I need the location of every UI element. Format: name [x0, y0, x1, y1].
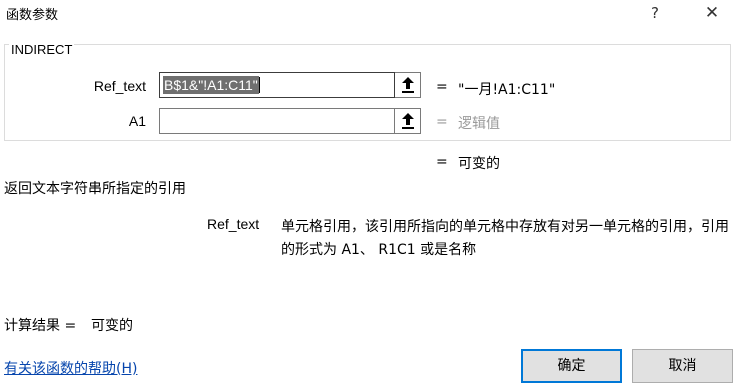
ref-text-equals: =	[436, 79, 448, 95]
arg-description-name: Ref_text	[207, 216, 260, 232]
ref-text-input[interactable]: B$1&"!A1:C11"	[159, 72, 395, 98]
ok-button[interactable]: 确定	[521, 349, 622, 383]
arg-description-text: 单元格引用，该引用所指向的单元格中存放有对另一单元格的引用，引用的形式为 A1、…	[281, 219, 729, 258]
cancel-button[interactable]: 取消	[632, 349, 733, 383]
collapse-dialog-arrow-icon	[402, 113, 414, 129]
collapse-dialog-arrow-icon	[402, 77, 414, 93]
function-help-link[interactable]: 有关该函数的帮助(H)	[4, 358, 137, 378]
calc-result-value: 可变的	[91, 318, 133, 334]
a1-collapse-button[interactable]	[395, 108, 421, 134]
a1-result: 逻辑值	[458, 116, 500, 132]
help-button[interactable]: ?	[640, 2, 670, 24]
title-bar: 函数参数 ? ✕	[0, 0, 737, 28]
ref-text-result: "一月!A1:C11"	[458, 82, 556, 98]
a1-input[interactable]	[159, 108, 395, 134]
ref-text-value: B$1&"!A1:C11"	[163, 76, 259, 94]
ref-text-collapse-button[interactable]	[395, 72, 421, 98]
close-button[interactable]: ✕	[697, 2, 727, 24]
function-name: INDIRECT	[9, 42, 75, 57]
formula-value: 可变的	[458, 156, 500, 172]
text-caret	[258, 77, 260, 93]
function-description: 返回文本字符串所指定的引用	[4, 181, 186, 197]
a1-label: A1	[128, 113, 146, 129]
formula-equals: =	[436, 154, 448, 170]
dialog-title: 函数参数	[6, 8, 59, 23]
a1-equals: =	[436, 114, 448, 130]
calc-result-label: 计算结果 =	[4, 318, 77, 334]
ref-text-label: Ref_text	[93, 78, 146, 94]
